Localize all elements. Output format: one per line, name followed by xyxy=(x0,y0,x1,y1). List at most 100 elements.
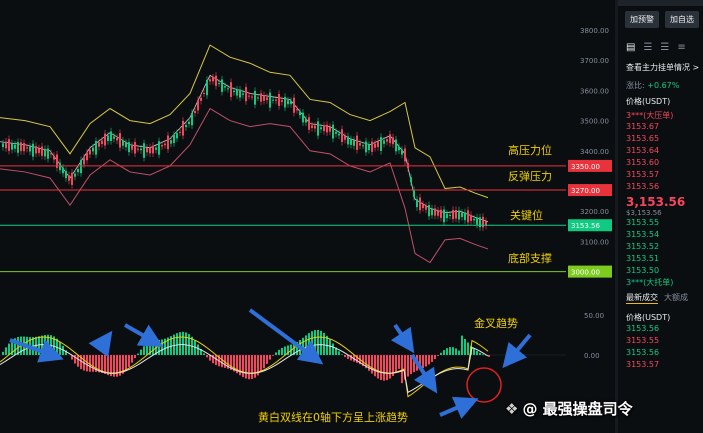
macd-histogram-bar xyxy=(329,339,331,355)
orderbook-view-icons: ▤ ☰ ☰ ≡ xyxy=(618,28,703,53)
tab-large-trades[interactable]: 大额成 xyxy=(664,292,688,304)
candle-body xyxy=(32,143,34,157)
macd-histogram-bar xyxy=(464,338,466,355)
macd-histogram-bar xyxy=(251,355,253,379)
annotation-yellow-white-lines: 黄白双线在0轴下方呈上涨趋势 xyxy=(258,410,408,424)
candle-body xyxy=(182,120,184,136)
list-icon[interactable]: ≡ xyxy=(677,42,685,53)
add-alert-button[interactable]: 加预警 xyxy=(625,11,659,28)
candle-body xyxy=(251,96,253,98)
candle-body xyxy=(401,149,403,155)
macd-histogram-bar xyxy=(440,352,442,355)
candle-body xyxy=(287,100,289,105)
orderbook-bids-icon[interactable]: ☰ xyxy=(643,42,652,53)
candle-body xyxy=(440,209,442,218)
ask-price-row[interactable]: 3153.57 xyxy=(618,169,703,181)
candle-body xyxy=(188,121,190,125)
candle-body xyxy=(341,129,343,142)
view-main-orders-link[interactable]: 查看主力挂单情况 > xyxy=(618,62,703,73)
candle-body xyxy=(101,140,103,144)
candle-body xyxy=(140,148,142,151)
trade-row: 3153.57 xyxy=(626,360,660,369)
bid-price-row[interactable]: 3153.54 xyxy=(618,229,703,241)
macd-histogram-bar xyxy=(380,355,382,381)
add-favorite-button[interactable]: 加自选 xyxy=(665,11,699,28)
candle-body xyxy=(350,139,352,145)
bid-price-row[interactable]: 3153.50 xyxy=(618,265,703,277)
bid-price-row[interactable]: 3153.52 xyxy=(618,241,703,253)
candle-body xyxy=(434,208,436,216)
macd-histogram-bar xyxy=(371,355,373,374)
candle-body xyxy=(443,209,445,223)
bid-price-row[interactable]: 3153.55 xyxy=(618,217,703,229)
candle-body xyxy=(80,160,82,174)
candle-body xyxy=(467,210,469,223)
macd-histogram-bar xyxy=(92,355,94,372)
candle-body xyxy=(380,137,382,151)
ask-price-row[interactable]: 3153.67 xyxy=(618,121,703,133)
macd-histogram-bar xyxy=(377,355,379,379)
macd-histogram-bar xyxy=(206,355,208,358)
macd-histogram-bar xyxy=(140,349,142,355)
macd-histogram-bar xyxy=(176,333,178,355)
last-price-usd: $3,153.56 xyxy=(626,209,662,217)
macd-histogram-bar xyxy=(407,355,409,377)
candle-body xyxy=(290,101,292,105)
candlestick-chart[interactable]: 3350.00 3270.00 3153.56 3000.00 3800.00 3700… xyxy=(0,0,618,433)
candle-body xyxy=(38,148,40,153)
macd-histogram-bar xyxy=(182,331,184,355)
macd-histogram-bar xyxy=(398,355,400,369)
candle-body xyxy=(26,147,28,149)
candle-body xyxy=(161,145,163,147)
orderbook-asks-icon[interactable]: ☰ xyxy=(660,42,669,53)
macd-histogram-bar xyxy=(344,355,346,358)
candle-body xyxy=(302,112,304,123)
annotation-rebound-pressure: 反弹压力 xyxy=(508,169,552,183)
macd-histogram-bar xyxy=(134,355,136,359)
candle-body xyxy=(245,87,247,102)
macd-histogram-bar xyxy=(5,347,7,355)
asks-list: 3153.67 3153.65 3153.64 3153.60 3153.57 3153.… xyxy=(618,121,703,193)
ask-price-row[interactable]: 3153.60 xyxy=(618,157,703,169)
tab-latest-trades[interactable]: 最新成交 xyxy=(626,292,658,304)
candle-body xyxy=(356,135,358,150)
macd-histogram-bar xyxy=(479,352,481,355)
ask-price-row[interactable]: 3153.65 xyxy=(618,133,703,145)
candle-body xyxy=(65,171,67,179)
macd-histogram-bar xyxy=(383,355,385,381)
candle-body xyxy=(284,96,286,108)
candle-body xyxy=(386,139,388,142)
macd-histogram-bar xyxy=(389,355,391,379)
candle-body xyxy=(92,147,94,152)
ask-price-row[interactable]: 3153.56 xyxy=(618,181,703,193)
candle-body xyxy=(254,90,256,105)
macd-histogram-bar xyxy=(131,355,133,363)
candle-body xyxy=(398,146,400,151)
bid-price-row[interactable]: 3153.51 xyxy=(618,253,703,265)
last-price: 3,153.56 xyxy=(626,195,686,209)
macd-histogram-bar xyxy=(161,339,163,355)
candle-body xyxy=(86,152,88,161)
candle-body xyxy=(365,141,367,153)
level-tag-label: 3153.56 xyxy=(571,222,600,230)
candle-body xyxy=(437,210,439,216)
macd-histogram-bar xyxy=(443,350,445,355)
candle-body xyxy=(458,210,460,220)
candle-body xyxy=(197,100,199,111)
candle-body xyxy=(449,214,451,216)
macd-histogram-bar xyxy=(311,331,313,355)
candle-body xyxy=(416,199,418,208)
asks-big-order-label: 3***(大压单) xyxy=(626,111,674,120)
candle-body xyxy=(194,111,196,114)
candle-body xyxy=(410,177,412,183)
macd-histogram-bar xyxy=(446,348,448,355)
orderbook-icon[interactable]: ▤ xyxy=(626,42,635,53)
candle-body xyxy=(326,124,328,133)
change-value: +0.67% xyxy=(647,81,680,90)
candle-body xyxy=(215,75,217,86)
candle-body xyxy=(371,141,373,152)
macd-histogram-bar xyxy=(314,330,316,355)
macd-histogram-bar xyxy=(125,355,127,371)
ask-price-row[interactable]: 3153.64 xyxy=(618,145,703,157)
y-axis-tick: 3700.00 xyxy=(580,57,609,65)
